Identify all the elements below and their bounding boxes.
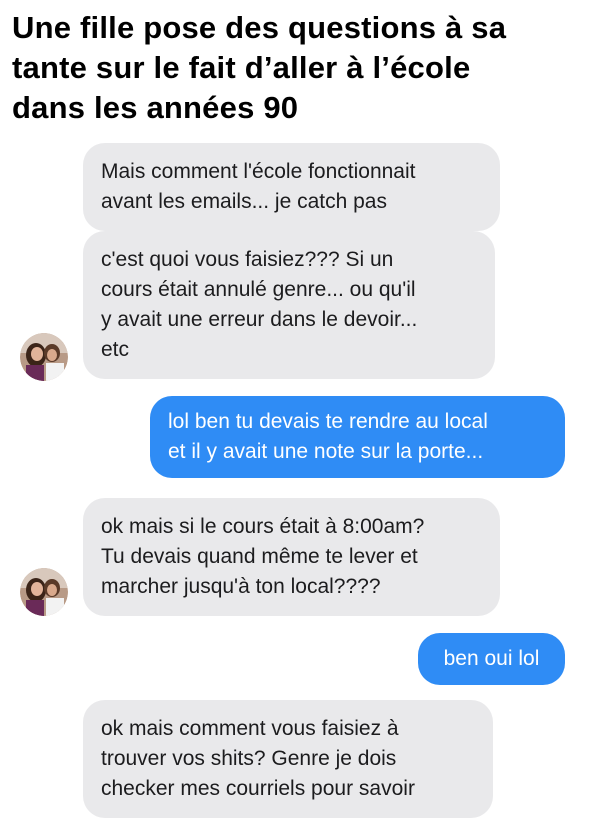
incoming-message[interactable]: Mais comment l'école fonctionnait avant … <box>83 143 500 231</box>
incoming-message[interactable]: c'est quoi vous faisiez??? Si un cours é… <box>83 231 495 379</box>
message-line: Tu devais quand même te lever et <box>101 545 418 568</box>
headline-line: dans les années 90 <box>12 90 299 125</box>
profile-photo-icon <box>20 568 68 616</box>
message-line: avant les emails... je catch pas <box>101 190 387 213</box>
post-headline: Une fille pose des questions à sa tante … <box>12 8 597 128</box>
message-line: trouver vos shits? Genre je dois <box>101 747 397 770</box>
message-line: c'est quoi vous faisiez??? Si un <box>101 248 394 271</box>
message-line: ben oui lol <box>443 647 540 670</box>
contact-avatar[interactable] <box>20 333 68 381</box>
message-line: etc <box>101 338 130 361</box>
message-line: checker mes courriels pour savoir <box>101 777 415 800</box>
outgoing-message[interactable]: ben oui lol <box>418 633 565 685</box>
contact-avatar[interactable] <box>20 568 68 616</box>
incoming-message[interactable]: ok mais si le cours était à 8:00am? Tu d… <box>83 498 500 616</box>
message-line: Mais comment l'école fonctionnait <box>101 160 416 183</box>
message-line: lol ben tu devais te rendre au local <box>168 410 488 433</box>
headline-line: Une fille pose des questions à sa <box>12 10 507 45</box>
message-line: et il y avait une note sur la porte... <box>168 440 484 463</box>
message-line: y avait une erreur dans le devoir... <box>101 308 418 331</box>
profile-photo-icon <box>20 333 68 381</box>
headline-line: tante sur le fait d’aller à l’école <box>12 50 471 85</box>
incoming-message[interactable]: ok mais comment vous faisiez à trouver v… <box>83 700 493 818</box>
message-line: ok mais comment vous faisiez à <box>101 717 399 740</box>
message-line: marcher jusqu'à ton local???? <box>101 575 381 598</box>
outgoing-message[interactable]: lol ben tu devais te rendre au local et … <box>150 396 565 478</box>
message-line: cours était annulé genre... ou qu'il <box>101 278 416 301</box>
message-line: ok mais si le cours était à 8:00am? <box>101 515 425 538</box>
